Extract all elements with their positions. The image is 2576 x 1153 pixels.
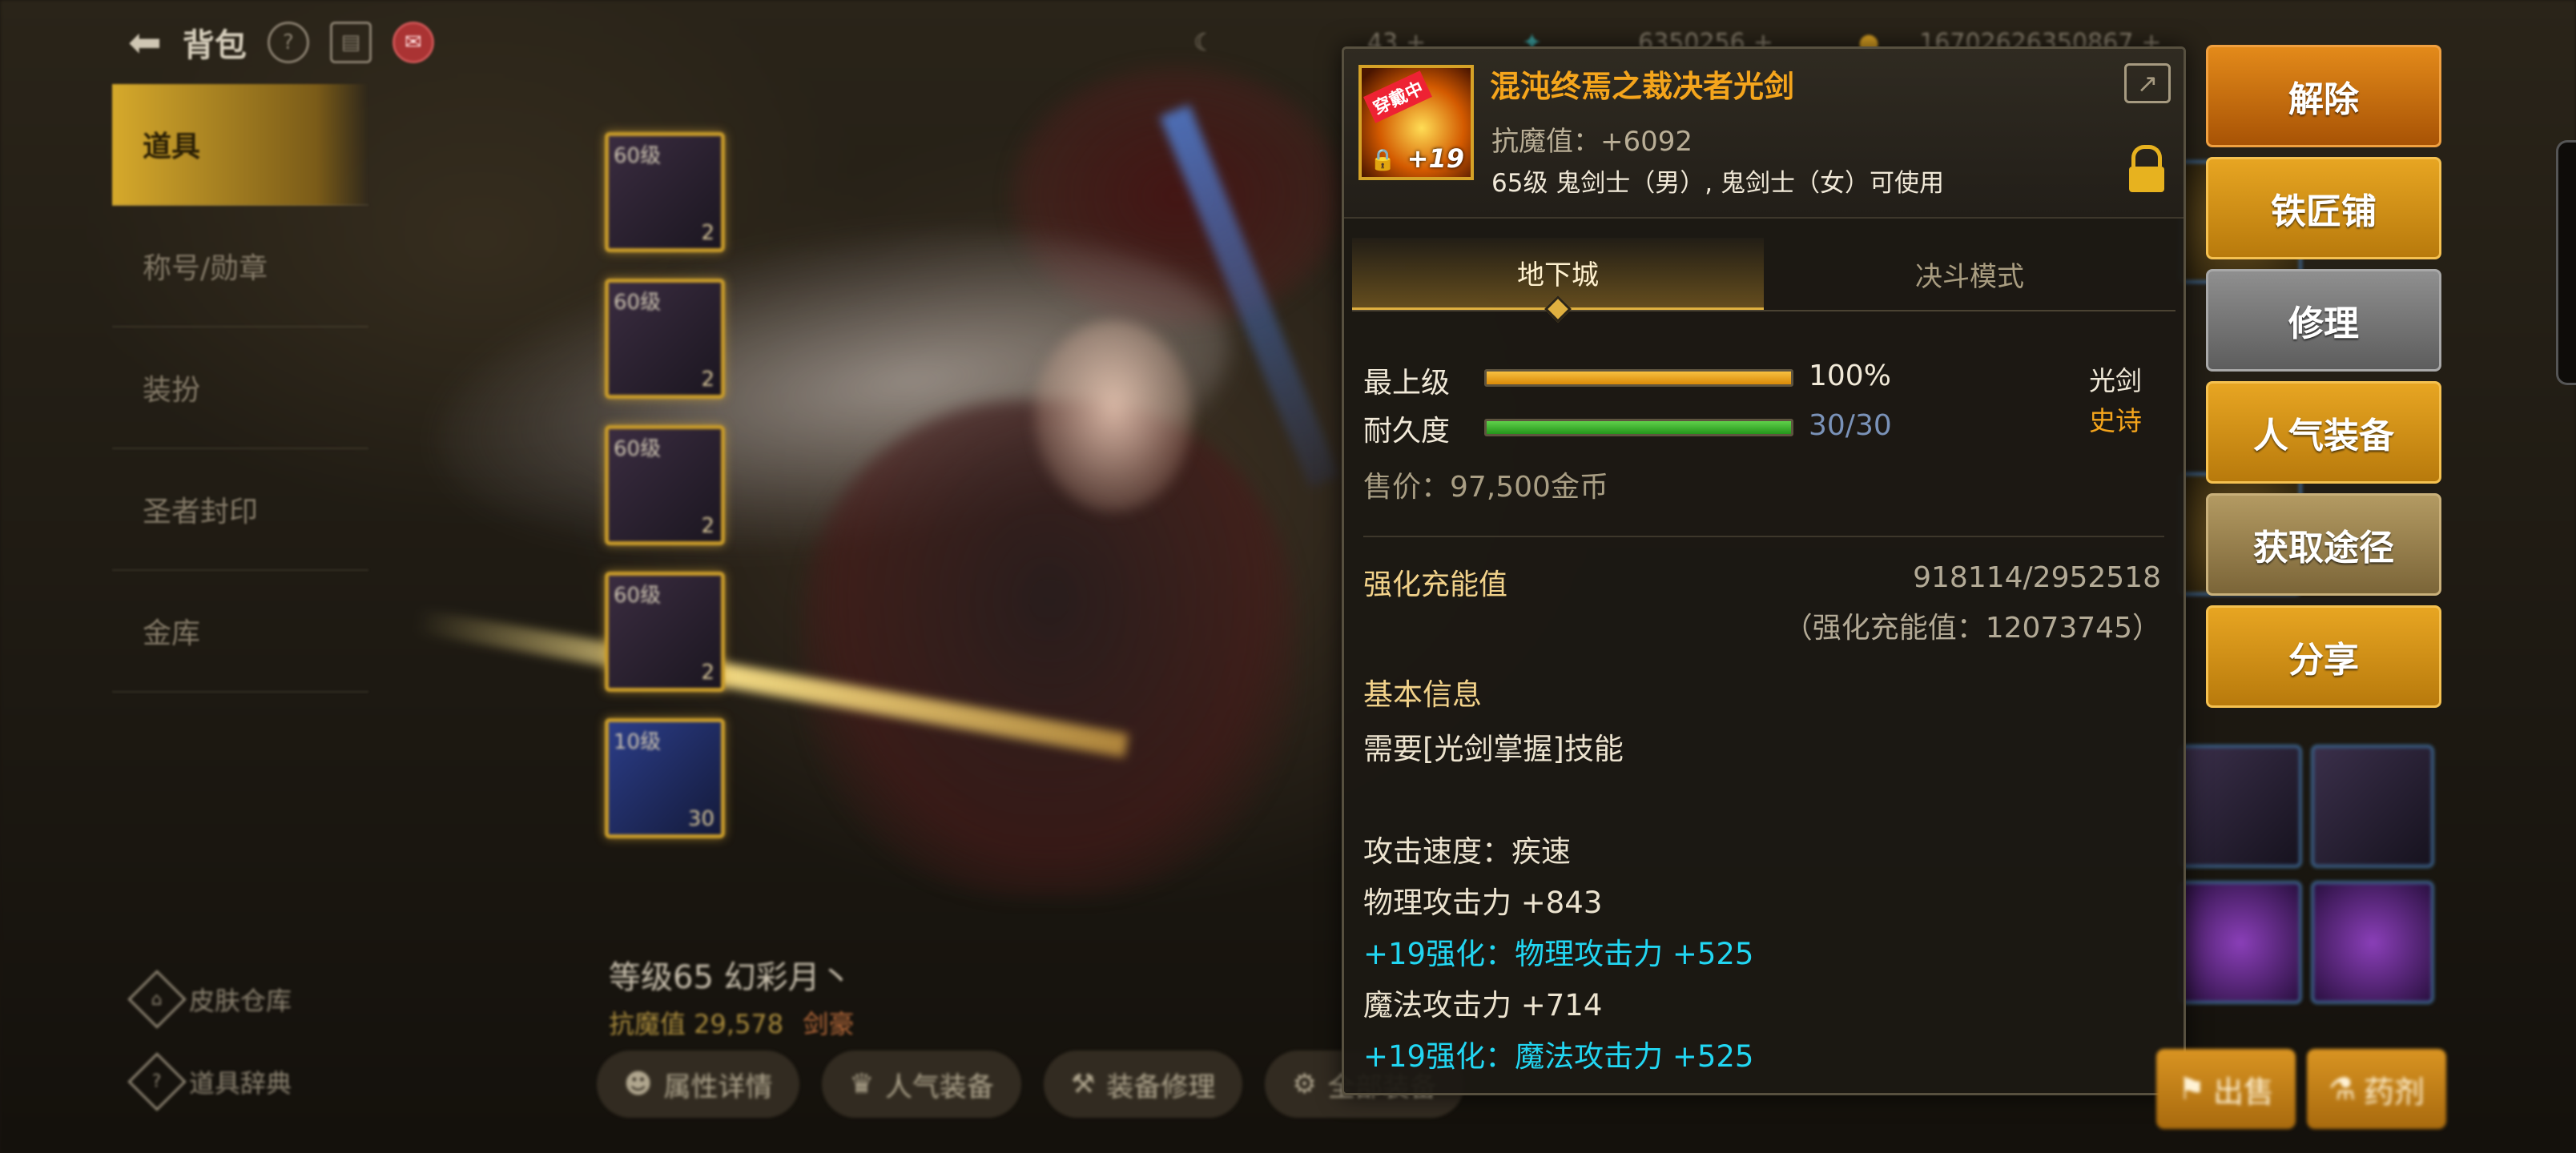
inventory-cell[interactable] xyxy=(2179,745,2302,868)
durability-bar xyxy=(1484,419,1793,436)
share-icon[interactable]: ↗ xyxy=(2124,63,2171,103)
attribute-detail-button[interactable]: ☻ 属性详情 xyxy=(597,1051,800,1118)
grade-bar xyxy=(1484,369,1793,387)
quick-slot[interactable]: 60级 2 xyxy=(605,425,725,545)
divider xyxy=(1363,536,2164,537)
unequip-button[interactable]: 解除 xyxy=(2206,45,2441,147)
durability-label: 耐久度 xyxy=(1363,415,1451,448)
attack-speed: 攻击速度：疾速 xyxy=(1363,834,1571,869)
basic-info-title: 基本信息 xyxy=(1363,677,1482,712)
character-name: 等级65 幻彩月丶 xyxy=(609,959,852,996)
page-title: 背包 xyxy=(182,27,247,64)
item-resist: 抗魔值：+6092 xyxy=(1491,126,1693,158)
grade-bar-fill xyxy=(1487,372,1791,384)
magic-attack-bonus: +19强化：魔法攻击力 +525 xyxy=(1363,1039,1754,1074)
book-icon: ? xyxy=(127,1052,187,1111)
hammer-icon: ⚒ xyxy=(1070,1068,1096,1100)
tooltip-header: 穿戴中 🔒 +19 混沌终焉之裁决者光剑 抗魔值：+6092 65级 鬼剑士（男… xyxy=(1344,49,2184,219)
physical-attack: 物理攻击力 +843 xyxy=(1363,886,1603,920)
magic-attack: 魔法攻击力 +714 xyxy=(1363,988,1603,1022)
tab-pvp[interactable]: 决斗模式 xyxy=(1764,238,2176,310)
quick-slot[interactable]: 60级 2 xyxy=(605,132,725,252)
item-rarity: 史诗 xyxy=(2089,405,2142,436)
nav-item-saint-seal[interactable]: 圣者封印 xyxy=(112,449,368,571)
nav-item-titles[interactable]: 称号/勋章 xyxy=(112,206,368,327)
back-arrow-icon[interactable]: ⬅ xyxy=(128,19,162,66)
tab-marker-icon xyxy=(1544,295,1572,323)
item-name: 混沌终焉之裁决者光剑 xyxy=(1490,69,1795,104)
quick-slot[interactable]: 10级 30 xyxy=(605,718,725,838)
character-actions: ☻属性详情 ♛人气装备 ⚒装备修理 ⚙全部装备 xyxy=(597,1051,1464,1118)
moon-icon: ☾ xyxy=(1193,28,1215,57)
lock-small-icon: 🔒 xyxy=(1370,148,1396,172)
quick-slots: 60级 2 60级 2 60级 2 60级 2 10级 30 xyxy=(605,132,725,865)
mailbox-icon[interactable]: ✉ xyxy=(392,22,434,63)
physical-attack-bonus: +19强化：物理攻击力 +525 xyxy=(1363,937,1754,971)
nav-item-items[interactable]: 道具 xyxy=(112,84,368,206)
character-face-art xyxy=(1033,320,1193,512)
durability-value: 30/30 xyxy=(1809,409,1892,442)
character-resist: 抗魔值 29,578 剑豪 xyxy=(609,1009,855,1039)
inventory-cell[interactable] xyxy=(2311,745,2434,868)
top-bar: ⬅ 背包 ? ▤ ✉ xyxy=(128,14,434,70)
tab-dungeon[interactable]: 地下城 xyxy=(1352,238,1764,323)
potion-button[interactable]: ⚗ 药剂 xyxy=(2307,1049,2446,1129)
nav-item-vault[interactable]: 金库 xyxy=(112,571,368,693)
gear-icon: ⚙ xyxy=(1292,1068,1317,1100)
bag-icon: ⚑ xyxy=(2177,1071,2206,1107)
potion-icon: ⚗ xyxy=(2328,1071,2357,1107)
share-button[interactable]: 分享 xyxy=(2206,605,2441,708)
inventory-cell[interactable] xyxy=(2179,881,2302,1004)
charge-label: 强化充能值 xyxy=(1363,568,1508,601)
side-drawer-handle[interactable] xyxy=(2556,140,2576,385)
repair-button[interactable]: 修理 xyxy=(2206,269,2441,372)
grade-label: 最上级 xyxy=(1363,367,1451,400)
item-tooltip: 穿戴中 🔒 +19 混沌终焉之裁决者光剑 抗魔值：+6092 65级 鬼剑士（男… xyxy=(1342,46,2186,1095)
left-nav: 道具 称号/勋章 装扮 圣者封印 金库 xyxy=(112,84,368,693)
mode-tabs: 地下城 决斗模式 xyxy=(1352,238,2176,323)
gear-repair-button[interactable]: ⚒ 装备修理 xyxy=(1043,1051,1243,1118)
skill-requirement: 需要[光剑掌握]技能 xyxy=(1363,732,1624,766)
item-type: 光剑 xyxy=(2089,365,2142,396)
hanger-icon: ⌂ xyxy=(127,970,187,1029)
popular-gear-side-button[interactable]: 人气装备 xyxy=(2206,381,2441,484)
crown-icon: ♛ xyxy=(849,1068,874,1100)
help-icon[interactable]: ? xyxy=(267,22,309,63)
grade-value: 100% xyxy=(1809,360,1891,392)
item-dictionary-link[interactable]: ? 道具辞典 xyxy=(127,1052,292,1111)
character-info: 等级65 幻彩月丶 抗魔值 29,578 剑豪 xyxy=(609,951,854,1041)
charge-value: 918114/2952518 xyxy=(1913,561,2161,594)
popular-gear-button[interactable]: ♛ 人气装备 xyxy=(822,1051,1021,1118)
quick-slot[interactable]: 60级 2 xyxy=(605,279,725,399)
user-icon: ☻ xyxy=(624,1068,653,1100)
sell-button[interactable]: ⚑ 出售 xyxy=(2156,1049,2296,1129)
lock-icon[interactable] xyxy=(2129,145,2164,192)
calendar-icon[interactable]: ▤ xyxy=(329,22,372,63)
durability-bar-fill xyxy=(1487,421,1791,434)
quick-slot[interactable]: 60级 2 xyxy=(605,572,725,692)
charge-total: （强化充能值：12073745） xyxy=(1783,612,2161,645)
blacksmith-button[interactable]: 铁匠铺 xyxy=(2206,157,2441,259)
lightsword-item-icon: 穿戴中 🔒 +19 xyxy=(1358,65,1474,180)
skin-storage-link[interactable]: ⌂ 皮肤仓库 xyxy=(127,970,292,1029)
sell-price: 售价：97,500金币 xyxy=(1363,471,1608,504)
obtain-route-button[interactable]: 获取途径 xyxy=(2206,493,2441,596)
item-requirement: 65级 鬼剑士（男）, 鬼剑士（女）可使用 xyxy=(1491,169,1945,198)
inventory-cell[interactable] xyxy=(2311,881,2434,1004)
nav-item-avatar[interactable]: 装扮 xyxy=(112,327,368,449)
